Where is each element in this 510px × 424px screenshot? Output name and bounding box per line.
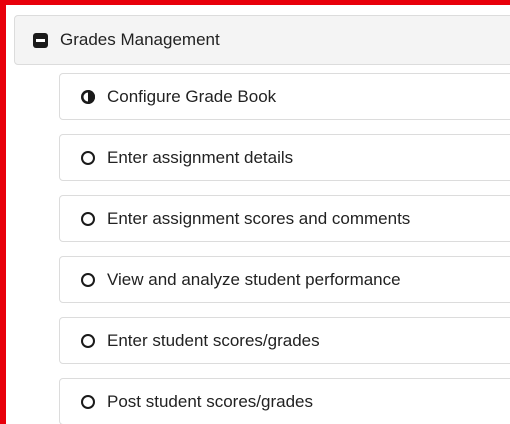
half-circle-icon: [81, 89, 95, 104]
empty-circle-icon: [81, 211, 95, 226]
minus-square-icon[interactable]: [33, 32, 48, 48]
task-label: Post student scores/grades: [107, 391, 314, 411]
task-label: Enter assignment scores and comments: [107, 208, 411, 228]
task-label: Enter assignment details: [107, 147, 294, 167]
task-item-post-student-scores[interactable]: Post student scores/grades: [59, 378, 510, 424]
empty-circle-icon: [81, 150, 95, 165]
task-label: Enter student scores/grades: [107, 330, 320, 350]
task-item-enter-assignment-scores[interactable]: Enter assignment scores and comments: [59, 195, 510, 242]
section-title: Grades Management: [60, 30, 220, 49]
empty-circle-icon: [81, 272, 95, 287]
highlight-frame: Grades Management Configure Grade Book E…: [0, 0, 510, 424]
task-item-enter-student-scores[interactable]: Enter student scores/grades: [59, 317, 510, 364]
section-header-grades-management[interactable]: Grades Management: [14, 15, 510, 65]
task-item-view-analyze-performance[interactable]: View and analyze student performance: [59, 256, 510, 303]
empty-circle-icon: [81, 333, 95, 348]
task-label: Configure Grade Book: [107, 86, 277, 106]
task-item-enter-assignment-details[interactable]: Enter assignment details: [59, 134, 510, 181]
empty-circle-icon: [81, 394, 95, 409]
task-label: View and analyze student performance: [107, 269, 401, 289]
task-item-configure-grade-book[interactable]: Configure Grade Book: [59, 73, 510, 120]
